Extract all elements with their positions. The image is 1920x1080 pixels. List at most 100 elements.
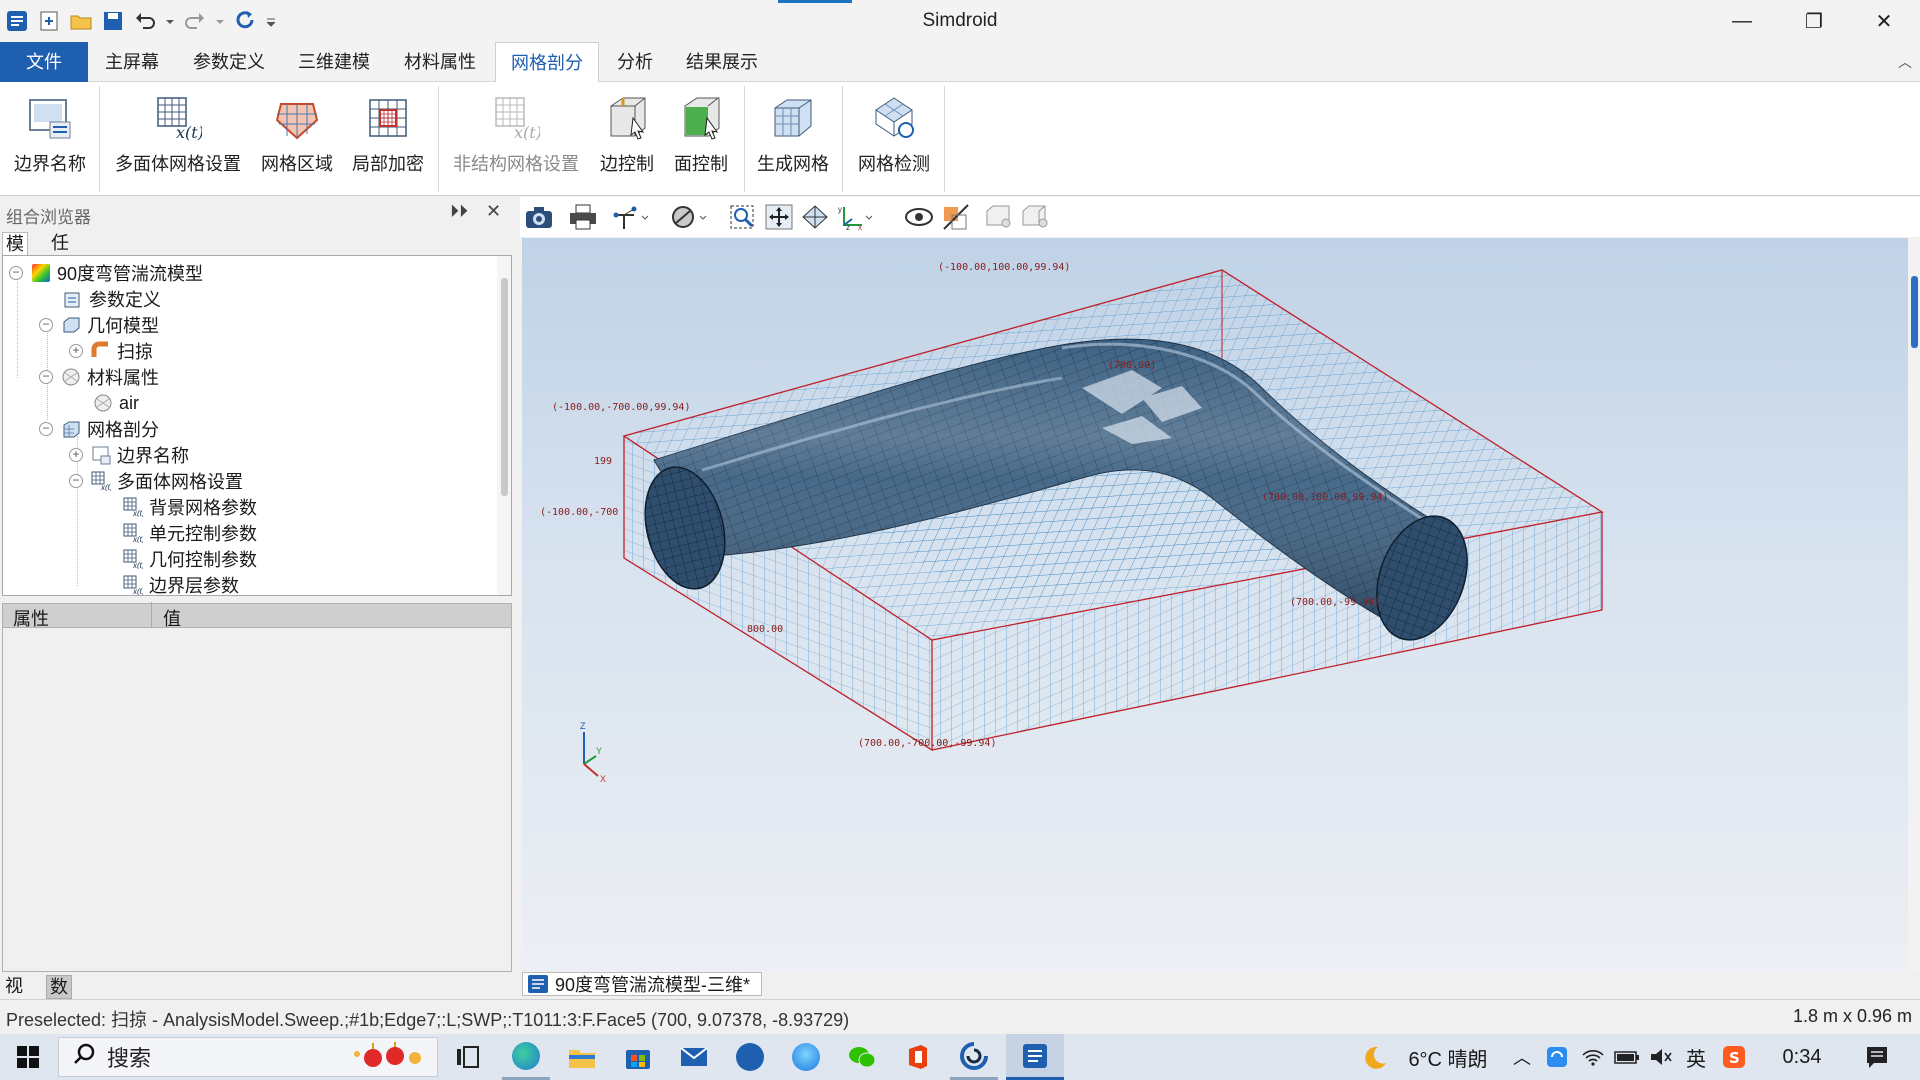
- tree-item-background-mesh-params[interactable]: x(t) 背景网格参数: [123, 494, 257, 520]
- axis-orientation-dropdown-icon[interactable]: y zx: [836, 203, 876, 232]
- local-refinement-button[interactable]: 局部加密: [346, 88, 430, 188]
- collapse-icon[interactable]: −: [9, 266, 23, 280]
- unstructured-mesh-settings-icon: x(t): [492, 94, 542, 142]
- office-icon[interactable]: [894, 1034, 942, 1080]
- simdroid-taskbar-icon[interactable]: [1006, 1034, 1064, 1080]
- tab-3d-modeling[interactable]: 三维建模: [291, 42, 377, 82]
- task-view-icon[interactable]: [444, 1034, 492, 1080]
- collapse-icon[interactable]: −: [69, 474, 83, 488]
- panel-float-icon[interactable]: ⏵⏵: [450, 201, 468, 222]
- battery-icon[interactable]: [1612, 1034, 1642, 1080]
- axis-z-label: Z: [580, 721, 586, 731]
- clock[interactable]: 0:34: [1772, 1034, 1832, 1080]
- viewport-scrollbar[interactable]: [1908, 238, 1920, 971]
- tab-mesh[interactable]: 网格剖分: [495, 42, 599, 83]
- unstructured-mesh-settings-button[interactable]: x(t) 非结构网格设置: [446, 88, 586, 188]
- collapse-icon[interactable]: −: [39, 318, 53, 332]
- tree-item-root[interactable]: − 90度弯管湍流模型: [9, 260, 203, 286]
- mesh-check-button[interactable]: 网格检测: [850, 88, 938, 188]
- view-front-icon[interactable]: [984, 203, 1014, 231]
- clip-plane-icon[interactable]: [940, 203, 970, 231]
- zoom-window-icon[interactable]: [728, 203, 758, 231]
- tree-item-geometry[interactable]: − 几何模型: [39, 312, 159, 338]
- tab-task[interactable]: 任务: [48, 232, 72, 275]
- tree-item-geometry-control-params[interactable]: x(t) 几何控制参数: [123, 546, 257, 572]
- print-icon[interactable]: [568, 203, 598, 231]
- panel-close-icon[interactable]: ✕: [486, 201, 501, 222]
- tree-item-air[interactable]: air: [93, 390, 139, 416]
- windows-start-icon[interactable]: [6, 1034, 50, 1080]
- collapse-icon[interactable]: −: [39, 370, 53, 384]
- axis-x-label: X: [600, 774, 606, 784]
- viewport-scrollbar-thumb[interactable]: [1911, 276, 1918, 348]
- browser-icon[interactable]: [782, 1034, 830, 1080]
- edge-browser-icon[interactable]: [502, 1034, 550, 1080]
- store-icon[interactable]: [614, 1034, 662, 1080]
- simulation-app-icon[interactable]: [950, 1034, 998, 1080]
- tree-scrollbar-thumb[interactable]: [501, 278, 508, 496]
- tab-results[interactable]: 结果展示: [678, 42, 766, 82]
- 3d-viewport[interactable]: (-100.00,100.00,99.94) (-100.00,-700.00,…: [522, 238, 1910, 971]
- ribbon-divider: [944, 86, 945, 192]
- polyhedral-mesh-settings-icon: x(t): [91, 471, 113, 492]
- tree-item-boundary-name[interactable]: + 边界名称: [69, 442, 189, 468]
- tree-item-sweep[interactable]: + 扫掠: [69, 338, 153, 364]
- tab-view[interactable]: 视图: [2, 975, 26, 1018]
- mesh-region-button[interactable]: 网格区域: [256, 88, 338, 188]
- weather-moon-icon: [1354, 1034, 1394, 1080]
- pan-icon[interactable]: [764, 203, 794, 231]
- display-mode-dropdown-icon[interactable]: [670, 203, 710, 231]
- weather-text[interactable]: 6°C 晴朗: [1398, 1034, 1498, 1080]
- notification-icon[interactable]: [1852, 1034, 1902, 1080]
- document-tab[interactable]: 90度弯管湍流模型-三维*: [522, 972, 762, 996]
- visibility-icon[interactable]: [904, 203, 934, 231]
- tree-item-boundary-layer-params[interactable]: x(t) 边界层参数: [123, 572, 239, 595]
- wifi-icon[interactable]: [1578, 1034, 1608, 1080]
- tree-item-element-control-params[interactable]: x(t) 单元控制参数: [123, 520, 257, 546]
- svg-text:x(t): x(t): [514, 123, 540, 142]
- generate-mesh-button[interactable]: 生成网格: [752, 88, 834, 188]
- tab-file[interactable]: 文件: [0, 42, 88, 82]
- tab-parameters[interactable]: 参数定义: [186, 42, 272, 82]
- measure-dropdown-icon[interactable]: [612, 203, 652, 231]
- tree-item-material[interactable]: − 材料属性: [39, 364, 159, 390]
- screenshot-icon[interactable]: [524, 203, 554, 231]
- tree-item-polyhedral-settings[interactable]: − x(t) 多面体网格设置: [69, 468, 243, 494]
- svg-text:x: x: [858, 223, 862, 231]
- ime-indicator[interactable]: 英: [1680, 1034, 1712, 1080]
- properties-panel: [2, 628, 512, 972]
- mail-icon[interactable]: [670, 1034, 718, 1080]
- tab-analysis[interactable]: 分析: [610, 42, 660, 82]
- todo-app-icon[interactable]: [726, 1034, 774, 1080]
- tab-home[interactable]: 主屏幕: [96, 42, 168, 82]
- close-button[interactable]: ✕: [1848, 0, 1920, 42]
- wechat-icon[interactable]: [838, 1034, 886, 1080]
- show-hidden-icons-icon[interactable]: ︿: [1508, 1034, 1536, 1080]
- volume-muted-icon[interactable]: [1646, 1034, 1676, 1080]
- tree-item-parameters[interactable]: 参数定义: [63, 286, 161, 312]
- view-iso-icon[interactable]: [1020, 203, 1050, 231]
- restore-button[interactable]: ❐: [1778, 0, 1850, 42]
- expand-icon[interactable]: +: [69, 448, 83, 462]
- coord-label: 199: [594, 456, 612, 467]
- collapse-ribbon-icon[interactable]: ︿: [1898, 52, 1912, 72]
- fit-all-icon[interactable]: [800, 203, 830, 231]
- collapse-icon[interactable]: −: [39, 422, 53, 436]
- face-control-button[interactable]: 面控制: [666, 88, 736, 188]
- unstructured-mesh-settings-label: 非结构网格设置: [453, 154, 579, 174]
- minimize-button[interactable]: —: [1706, 0, 1778, 42]
- tab-material[interactable]: 材料属性: [397, 42, 483, 82]
- expand-icon[interactable]: +: [69, 344, 83, 358]
- tray-app-icon[interactable]: [1542, 1034, 1572, 1080]
- polyhedral-mesh-settings-button[interactable]: x(t) 多面体网格设置: [108, 88, 248, 188]
- boundary-name-button[interactable]: 边界名称: [6, 88, 94, 188]
- file-explorer-icon[interactable]: [558, 1034, 606, 1080]
- taskbar-search-box[interactable]: 搜索: [58, 1037, 438, 1077]
- tree-item-mesh[interactable]: − 网格剖分: [39, 416, 159, 442]
- edge-control-button[interactable]: 边控制: [592, 88, 662, 188]
- tree-scrollbar[interactable]: [497, 256, 511, 595]
- tree-item-label: 边界名称: [117, 446, 189, 466]
- tab-model[interactable]: 模型: [2, 232, 28, 276]
- tab-data[interactable]: 数据: [46, 975, 72, 1019]
- sogou-ime-icon[interactable]: S: [1718, 1034, 1750, 1080]
